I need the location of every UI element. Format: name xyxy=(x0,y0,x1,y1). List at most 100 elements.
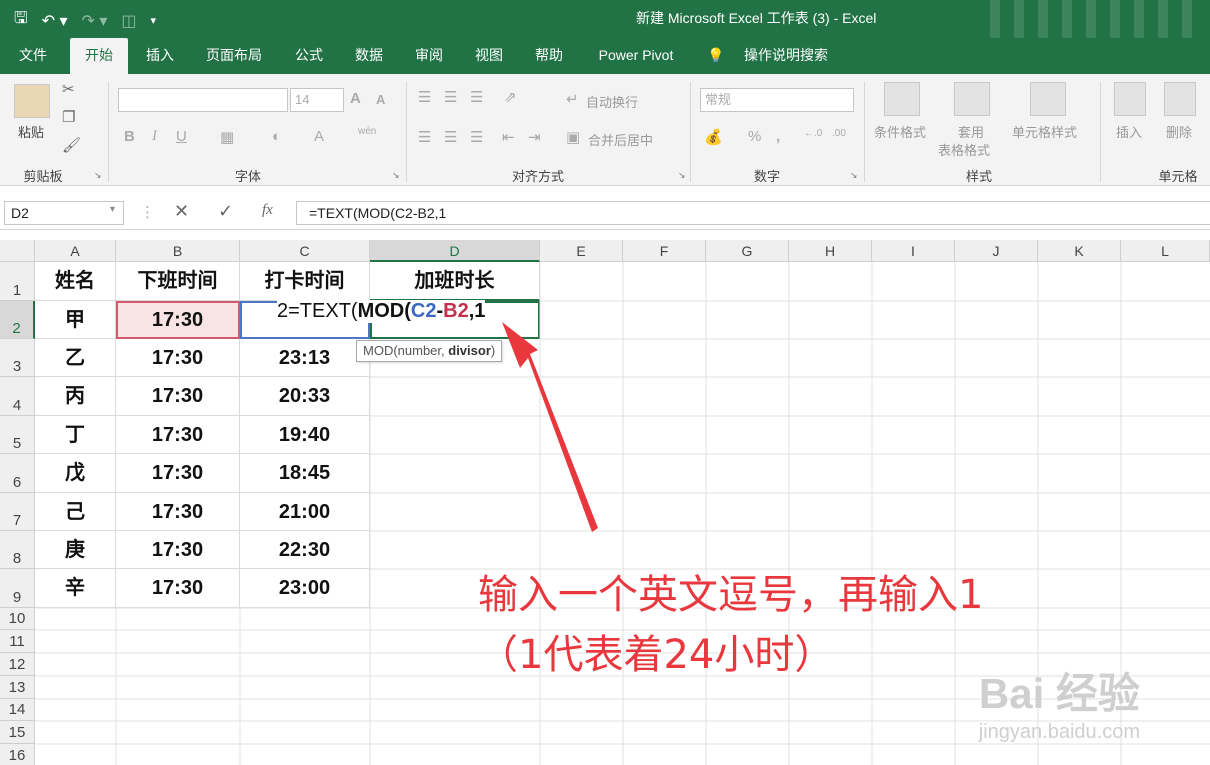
column-header-b[interactable]: B xyxy=(116,240,240,262)
format-painter-icon[interactable]: 🖌 xyxy=(62,136,81,154)
row-header-10[interactable]: 10 xyxy=(0,608,35,630)
wrap-text-button[interactable]: 自动换行 xyxy=(586,92,638,111)
accounting-format-icon[interactable]: 💰 xyxy=(704,128,723,146)
format-as-table-icon[interactable] xyxy=(954,82,990,116)
row-header-13[interactable]: 13 xyxy=(0,676,35,699)
italic-button[interactable]: I xyxy=(152,128,157,145)
column-header-d[interactable]: D xyxy=(370,240,540,262)
customize-qat-icon[interactable]: ▾ xyxy=(151,14,157,27)
number-format-select[interactable]: 常规 xyxy=(700,88,854,112)
column-header-l[interactable]: L xyxy=(1121,240,1210,262)
decrease-decimal-icon[interactable]: .00 xyxy=(832,128,846,139)
paste-button[interactable]: 粘贴 xyxy=(18,122,44,141)
insert-cells-button[interactable]: 插入 xyxy=(1116,122,1142,141)
phonetic-button[interactable]: wén xyxy=(358,126,376,137)
underline-button[interactable]: U xyxy=(176,128,187,145)
column-header-a[interactable]: A xyxy=(35,240,116,262)
undo-icon[interactable]: ↶ ▾ xyxy=(42,11,68,31)
column-header-j[interactable]: J xyxy=(955,240,1038,262)
cell-edit-text[interactable]: 2=TEXT(MOD(C2-B2,1 xyxy=(277,300,486,323)
column-header-i[interactable]: I xyxy=(872,240,955,262)
format-as-table-button[interactable]: 套用 xyxy=(958,122,984,141)
row-header-11[interactable]: 11 xyxy=(0,630,35,653)
row-header-1[interactable]: 1 xyxy=(0,262,35,301)
conditional-format-icon[interactable] xyxy=(884,82,920,116)
row-header-14[interactable]: 14 xyxy=(0,699,35,721)
align-center-icon[interactable]: ☰ xyxy=(444,128,457,146)
cut-icon[interactable]: ✂ xyxy=(62,80,75,98)
tab-view[interactable]: 视图 xyxy=(462,38,516,74)
border-icon[interactable]: ▦ xyxy=(220,128,234,146)
tab-power-pivot[interactable]: Power Pivot xyxy=(586,38,686,74)
delete-cells-button[interactable]: 删除 xyxy=(1166,122,1192,141)
row-header-7[interactable]: 7 xyxy=(0,493,35,531)
enter-icon[interactable]: ✓ xyxy=(218,201,233,222)
merge-center-icon[interactable]: ▣ xyxy=(566,128,580,146)
font-size-select[interactable]: 14 xyxy=(290,88,344,112)
formula-input[interactable]: =TEXT(MOD(C2-B2,1 xyxy=(296,201,1210,225)
save-icon[interactable]: 🖫 xyxy=(14,7,28,34)
row-header-16[interactable]: 16 xyxy=(0,744,35,765)
row-header-8[interactable]: 8 xyxy=(0,531,35,569)
align-right-icon[interactable]: ☰ xyxy=(470,128,483,146)
name-box[interactable]: D2 xyxy=(4,201,124,225)
row-header-12[interactable]: 12 xyxy=(0,653,35,676)
select-all-corner[interactable] xyxy=(0,240,35,262)
column-header-e[interactable]: E xyxy=(540,240,623,262)
number-launcher-icon[interactable]: ↘ xyxy=(850,170,858,181)
row-header-4[interactable]: 4 xyxy=(0,377,35,416)
row-header-6[interactable]: 6 xyxy=(0,454,35,493)
insert-function-icon[interactable]: fx xyxy=(262,202,273,219)
merge-center-button[interactable]: 合并后居中 xyxy=(588,130,653,149)
column-header-k[interactable]: K xyxy=(1038,240,1121,262)
cancel-icon[interactable]: ✕ xyxy=(174,201,189,222)
column-header-h[interactable]: H xyxy=(789,240,872,262)
tell-me-search[interactable]: 操作说明搜索 xyxy=(734,38,838,74)
alignment-launcher-icon[interactable]: ↘ xyxy=(678,170,686,181)
redo-icon[interactable]: ↷ ▾ xyxy=(82,11,108,31)
tab-file[interactable]: 文件 xyxy=(6,38,60,74)
conditional-format-button[interactable]: 条件格式 xyxy=(874,122,926,141)
tab-page-layout[interactable]: 页面布局 xyxy=(192,38,276,74)
print-preview-icon[interactable]: ◫ xyxy=(121,11,136,31)
paste-icon[interactable] xyxy=(14,84,50,118)
name-box-dropdown-icon[interactable]: ▾ xyxy=(110,204,115,215)
fill-color-icon[interactable]: ◐ xyxy=(272,128,281,145)
grow-font-icon[interactable]: A xyxy=(350,90,361,107)
tab-insert[interactable]: 插入 xyxy=(134,38,186,74)
percent-button[interactable]: % xyxy=(748,128,761,145)
decrease-indent-icon[interactable]: ⇤ xyxy=(502,128,515,146)
font-name-select[interactable] xyxy=(118,88,288,112)
align-left-icon[interactable]: ☰ xyxy=(418,128,431,146)
insert-cells-icon[interactable] xyxy=(1114,82,1146,116)
align-middle-icon[interactable]: ☰ xyxy=(444,88,457,106)
cell-styles-icon[interactable] xyxy=(1030,82,1066,116)
tab-review[interactable]: 审阅 xyxy=(402,38,456,74)
font-color-button[interactable]: A xyxy=(314,128,324,145)
row-header-3[interactable]: 3 xyxy=(0,339,35,377)
tab-home[interactable]: 开始 xyxy=(70,38,128,74)
orientation-icon[interactable]: ⇗ xyxy=(504,88,517,106)
delete-cells-icon[interactable] xyxy=(1164,82,1196,116)
row-header-9[interactable]: 9 xyxy=(0,569,35,608)
row-header-5[interactable]: 5 xyxy=(0,416,35,454)
comma-style-button[interactable]: , xyxy=(776,128,780,145)
increase-indent-icon[interactable]: ⇥ xyxy=(528,128,541,146)
row-header-2[interactable]: 2 xyxy=(0,301,35,339)
cell-styles-button[interactable]: 单元格样式 xyxy=(1012,122,1077,141)
tab-formulas[interactable]: 公式 xyxy=(282,38,336,74)
column-header-c[interactable]: C xyxy=(240,240,370,262)
font-launcher-icon[interactable]: ↘ xyxy=(392,170,400,181)
copy-icon[interactable]: ❐ xyxy=(62,108,75,126)
shrink-font-icon[interactable]: A xyxy=(376,92,385,107)
align-bottom-icon[interactable]: ☰ xyxy=(470,88,483,106)
wrap-text-icon[interactable]: ↵ xyxy=(566,90,579,108)
bold-button[interactable]: B xyxy=(124,128,135,145)
align-top-icon[interactable]: ☰ xyxy=(418,88,431,106)
row-header-15[interactable]: 15 xyxy=(0,721,35,744)
tab-help[interactable]: 帮助 xyxy=(522,38,576,74)
column-header-g[interactable]: G xyxy=(706,240,789,262)
clipboard-launcher-icon[interactable]: ↘ xyxy=(94,170,102,181)
format-as-table-button-line2[interactable]: 表格格式 xyxy=(938,140,990,159)
tab-data[interactable]: 数据 xyxy=(342,38,396,74)
